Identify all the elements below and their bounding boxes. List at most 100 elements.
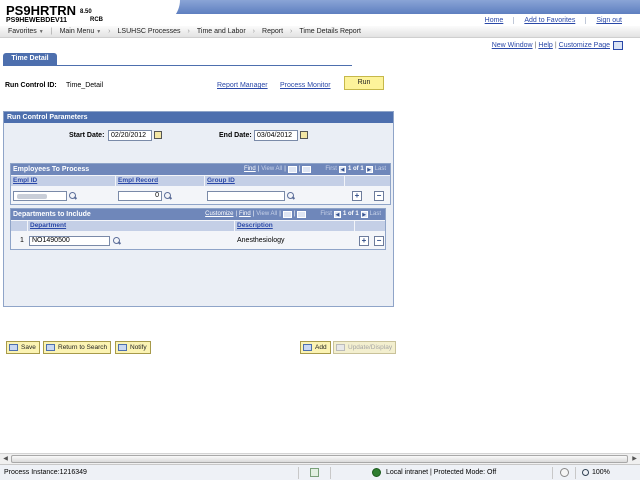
search-icon[interactable] bbox=[164, 192, 172, 200]
run-button[interactable]: Run bbox=[344, 76, 384, 90]
nav-separator: | bbox=[293, 211, 296, 217]
scroll-left-icon[interactable]: ◀ bbox=[1, 455, 10, 464]
database-name: PS9HEWEBDEV11 bbox=[6, 17, 68, 24]
add-row-icon[interactable]: + bbox=[352, 191, 362, 201]
col-department[interactable]: Department bbox=[28, 221, 234, 231]
col-group-id-label: Group ID bbox=[207, 177, 235, 184]
run-control-id-label: Run Control ID: bbox=[5, 82, 57, 89]
notify-button-label: Notify bbox=[130, 344, 147, 351]
menu-main-menu[interactable]: Main Menu ▼ bbox=[56, 28, 106, 35]
help-link[interactable]: Help bbox=[538, 42, 552, 49]
row-range: 1 of 1 bbox=[342, 211, 359, 217]
col-description[interactable]: Description bbox=[235, 221, 354, 231]
save-button-label: Save bbox=[21, 344, 36, 351]
first-link[interactable]: First bbox=[325, 164, 337, 175]
search-icon[interactable] bbox=[287, 192, 295, 200]
report-manager-link[interactable]: Report Manager bbox=[217, 82, 268, 89]
search-icon[interactable] bbox=[113, 237, 121, 245]
return-to-search-button-label: Return to Search bbox=[58, 344, 108, 351]
view-all-link[interactable]: View All bbox=[256, 209, 277, 220]
header-links: Home Add to Favorites Sign out bbox=[475, 17, 632, 24]
zoom-grid-icon[interactable] bbox=[282, 211, 292, 218]
download-grid-icon[interactable] bbox=[302, 166, 312, 173]
last-link[interactable]: Last bbox=[375, 164, 386, 175]
zoom-level[interactable]: 100% bbox=[592, 469, 610, 476]
customize-link[interactable]: Customize bbox=[205, 209, 233, 220]
col-actions bbox=[355, 221, 385, 231]
add-button[interactable]: Add bbox=[300, 341, 331, 354]
col-group-id[interactable]: Group ID bbox=[205, 176, 344, 186]
empl-id-input[interactable] bbox=[13, 191, 67, 201]
department-input[interactable]: NO1490500 bbox=[29, 236, 110, 246]
find-link[interactable]: Find bbox=[244, 164, 256, 175]
nav-separator: | bbox=[235, 211, 238, 217]
add-row-icon[interactable]: + bbox=[359, 236, 369, 246]
zoom-icon[interactable] bbox=[582, 469, 589, 476]
col-empl-record[interactable]: Empl Record bbox=[116, 176, 204, 186]
breadcrumb-time-details-report[interactable]: Time Details Report bbox=[295, 28, 365, 35]
process-monitor-link[interactable]: Process Monitor bbox=[280, 82, 331, 89]
scroll-right-icon[interactable]: ▶ bbox=[630, 455, 639, 464]
nav-separator: | bbox=[298, 166, 301, 172]
home-link[interactable]: Home bbox=[475, 17, 514, 24]
previous-row-icon[interactable]: ◀ bbox=[338, 166, 346, 173]
delete-row-icon[interactable]: − bbox=[374, 191, 384, 201]
update-display-button[interactable]: Update/Display bbox=[333, 341, 397, 354]
run-control-id-value: Time_Detail bbox=[66, 82, 104, 89]
status-divider bbox=[575, 467, 576, 479]
col-empl-id[interactable]: Empl ID bbox=[11, 176, 115, 186]
save-icon bbox=[9, 344, 18, 351]
redacted-empl-id bbox=[17, 194, 47, 199]
page-layout-icon[interactable] bbox=[613, 41, 623, 50]
header: PS9HRTRN 8.50 PS9HEWEBDEV11 RCB Home Add… bbox=[0, 0, 640, 26]
download-grid-icon[interactable] bbox=[297, 211, 307, 218]
new-window-link[interactable]: New Window bbox=[492, 42, 533, 49]
end-date-label: End Date: bbox=[219, 132, 252, 139]
find-link[interactable]: Find bbox=[239, 209, 251, 220]
menu-favorites[interactable]: Favorites ▼ bbox=[4, 28, 48, 35]
globe-icon bbox=[372, 468, 381, 477]
employees-grid-title-label: Employees To Process bbox=[13, 166, 90, 173]
nav-separator: | bbox=[252, 211, 255, 217]
view-all-link[interactable]: View All bbox=[261, 164, 282, 175]
next-row-icon[interactable]: ▶ bbox=[360, 211, 368, 218]
tab-time-detail[interactable]: Time Detail bbox=[3, 53, 57, 65]
gear-icon[interactable] bbox=[560, 468, 569, 477]
search-icon[interactable] bbox=[69, 192, 77, 200]
horizontal-scrollbar[interactable]: ◀ ▶ bbox=[0, 453, 640, 464]
group-id-input[interactable] bbox=[207, 191, 285, 201]
scrollbar-thumb[interactable] bbox=[11, 455, 628, 463]
next-row-icon[interactable]: ▶ bbox=[365, 166, 373, 173]
col-actions bbox=[345, 176, 390, 186]
row-range: 1 of 1 bbox=[347, 166, 364, 172]
nav-separator: | bbox=[284, 166, 286, 172]
calendar-icon[interactable] bbox=[300, 131, 308, 139]
breadcrumb-lsuhsc-processes[interactable]: LSUHSC Processes bbox=[114, 28, 185, 35]
customize-page-link[interactable]: Customize Page bbox=[559, 42, 610, 49]
breadcrumb-separator: › bbox=[108, 28, 111, 35]
zoom-grid-icon[interactable] bbox=[287, 166, 297, 173]
header-curve bbox=[90, 0, 180, 26]
last-link[interactable]: Last bbox=[370, 209, 381, 220]
first-link[interactable]: First bbox=[320, 209, 332, 220]
start-date-input[interactable]: 02/20/2012 bbox=[108, 130, 152, 141]
breadcrumb-report[interactable]: Report bbox=[258, 28, 287, 35]
return-to-search-button[interactable]: Return to Search bbox=[43, 341, 112, 354]
chevron-down-icon: ▼ bbox=[38, 29, 44, 35]
col-row-number bbox=[11, 221, 27, 231]
save-button[interactable]: Save bbox=[6, 341, 40, 354]
sign-out-link[interactable]: Sign out bbox=[585, 17, 632, 24]
breadcrumb-separator: › bbox=[252, 28, 256, 35]
col-department-label: Department bbox=[30, 222, 67, 229]
end-date-input[interactable]: 03/04/2012 bbox=[254, 130, 298, 141]
previous-row-icon[interactable]: ◀ bbox=[333, 211, 341, 218]
delete-row-icon[interactable]: − bbox=[374, 236, 384, 246]
breadcrumb-separator: › bbox=[290, 28, 293, 35]
status-divider bbox=[330, 467, 331, 479]
empl-record-input[interactable]: 0 bbox=[118, 191, 162, 201]
calendar-icon[interactable] bbox=[154, 131, 162, 139]
add-to-favorites-link[interactable]: Add to Favorites bbox=[513, 17, 585, 24]
notify-button[interactable]: Notify bbox=[115, 341, 151, 354]
security-zone: Local intranet | Protected Mode: Off bbox=[386, 469, 497, 476]
breadcrumb-time-and-labor[interactable]: Time and Labor bbox=[193, 28, 250, 35]
